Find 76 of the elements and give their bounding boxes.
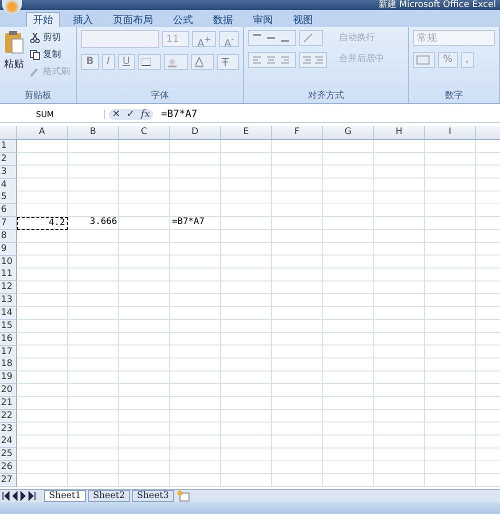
cancel-button[interactable]: ✕ — [109, 108, 124, 120]
copy-icon — [30, 50, 40, 60]
table-cell: 4.2 — [17, 217, 68, 230]
row-header[interactable]: 2 — [0, 152, 17, 166]
row-header[interactable]: 16 — [0, 332, 17, 346]
copy-button[interactable]: 复制 — [28, 47, 72, 62]
row-header[interactable]: 6 — [0, 204, 17, 218]
ribbon-tab[interactable]: 视图 — [286, 12, 320, 27]
row-header[interactable]: 25 — [0, 448, 17, 462]
border-icon[interactable] — [138, 54, 162, 70]
row-header[interactable]: 22 — [0, 410, 17, 423]
row-header[interactable]: 17 — [0, 346, 17, 358]
ribbon-tab[interactable]: 数据 — [206, 12, 240, 27]
font-name-field[interactable] — [81, 30, 160, 48]
row-header[interactable]: 19 — [0, 371, 17, 384]
font-color-icon[interactable] — [190, 54, 214, 70]
column-header[interactable]: D — [170, 126, 221, 139]
scissors-icon — [30, 32, 40, 42]
orientation-icon[interactable] — [299, 30, 324, 46]
clipboard-icon — [4, 30, 24, 54]
row-header[interactable]: 11 — [0, 268, 17, 282]
row-header[interactable]: 13 — [0, 294, 17, 308]
fill-color-icon[interactable] — [164, 54, 188, 70]
row-header[interactable]: 1 — [0, 140, 17, 153]
column-header[interactable]: H — [374, 126, 425, 139]
row-header[interactable]: 7 — [0, 217, 17, 230]
indent-icons[interactable] — [299, 52, 328, 68]
row-header[interactable]: 15 — [0, 320, 17, 333]
insert-sheet-icon[interactable] — [176, 490, 192, 502]
sheet-navigation-icons[interactable] — [2, 490, 38, 501]
horizontal-align-icons[interactable] — [248, 52, 296, 68]
ribbon-tab[interactable]: 公式 — [166, 12, 200, 27]
row-header[interactable]: 18 — [0, 358, 17, 372]
ribbon-tab[interactable]: 开始 — [26, 12, 60, 27]
row-header[interactable]: 14 — [0, 306, 17, 320]
row-header[interactable]: 9 — [0, 242, 17, 256]
name-box[interactable]: SUM — [0, 110, 105, 118]
table-cell-text: 3.666 — [88, 217, 118, 230]
sheet-tab[interactable]: Sheet2 — [88, 490, 130, 502]
paste-button[interactable]: 粘贴 — [4, 30, 24, 89]
row-header[interactable]: 12 — [0, 281, 17, 294]
enter-button[interactable]: ✓ — [123, 108, 138, 120]
insert-function-button[interactable]: fx — [138, 108, 154, 120]
column-header[interactable]: F — [272, 126, 323, 139]
cut-button[interactable]: 剪切 — [28, 30, 72, 45]
ribbon-tab[interactable]: 审阅 — [246, 12, 280, 27]
sheet-tab[interactable]: Sheet3 — [132, 490, 174, 502]
row-header[interactable]: 23 — [0, 422, 17, 436]
sheet-tab[interactable]: Sheet1 — [44, 490, 86, 502]
brush-icon — [30, 66, 40, 76]
row-header[interactable]: 21 — [0, 396, 17, 410]
row-header[interactable]: 24 — [0, 435, 17, 448]
column-header[interactable]: E — [221, 126, 272, 139]
office-button[interactable] — [2, 0, 22, 14]
row-header[interactable]: 20 — [0, 384, 17, 398]
vertical-align-icons[interactable] — [248, 30, 296, 46]
row-header[interactable]: 27 — [0, 474, 17, 487]
formula-field[interactable]: =B7*A7 — [157, 108, 198, 120]
group-label: 数字 — [444, 90, 464, 103]
row-header[interactable]: 26 — [0, 461, 17, 474]
ribbon-tab[interactable]: 插入 — [66, 12, 100, 27]
group-label: 对齐方式 — [307, 90, 346, 103]
row-header[interactable]: 4 — [0, 178, 17, 192]
column-header[interactable]: G — [323, 126, 374, 139]
group-label: 剪贴板 — [24, 90, 53, 103]
table-cell-text: =B7*A7 — [171, 217, 206, 230]
row-header[interactable]: 5 — [0, 191, 17, 204]
column-header[interactable]: I — [425, 126, 476, 139]
ribbon-tab[interactable]: 页面布局 — [106, 12, 160, 27]
row-header[interactable]: 8 — [0, 230, 17, 243]
row-header[interactable]: 10 — [0, 256, 17, 269]
column-header[interactable]: C — [119, 126, 170, 139]
column-header[interactable]: B — [68, 126, 119, 139]
column-header[interactable]: A — [17, 126, 68, 139]
row-header[interactable]: 3 — [0, 166, 17, 179]
group-label: 字体 — [150, 90, 170, 103]
